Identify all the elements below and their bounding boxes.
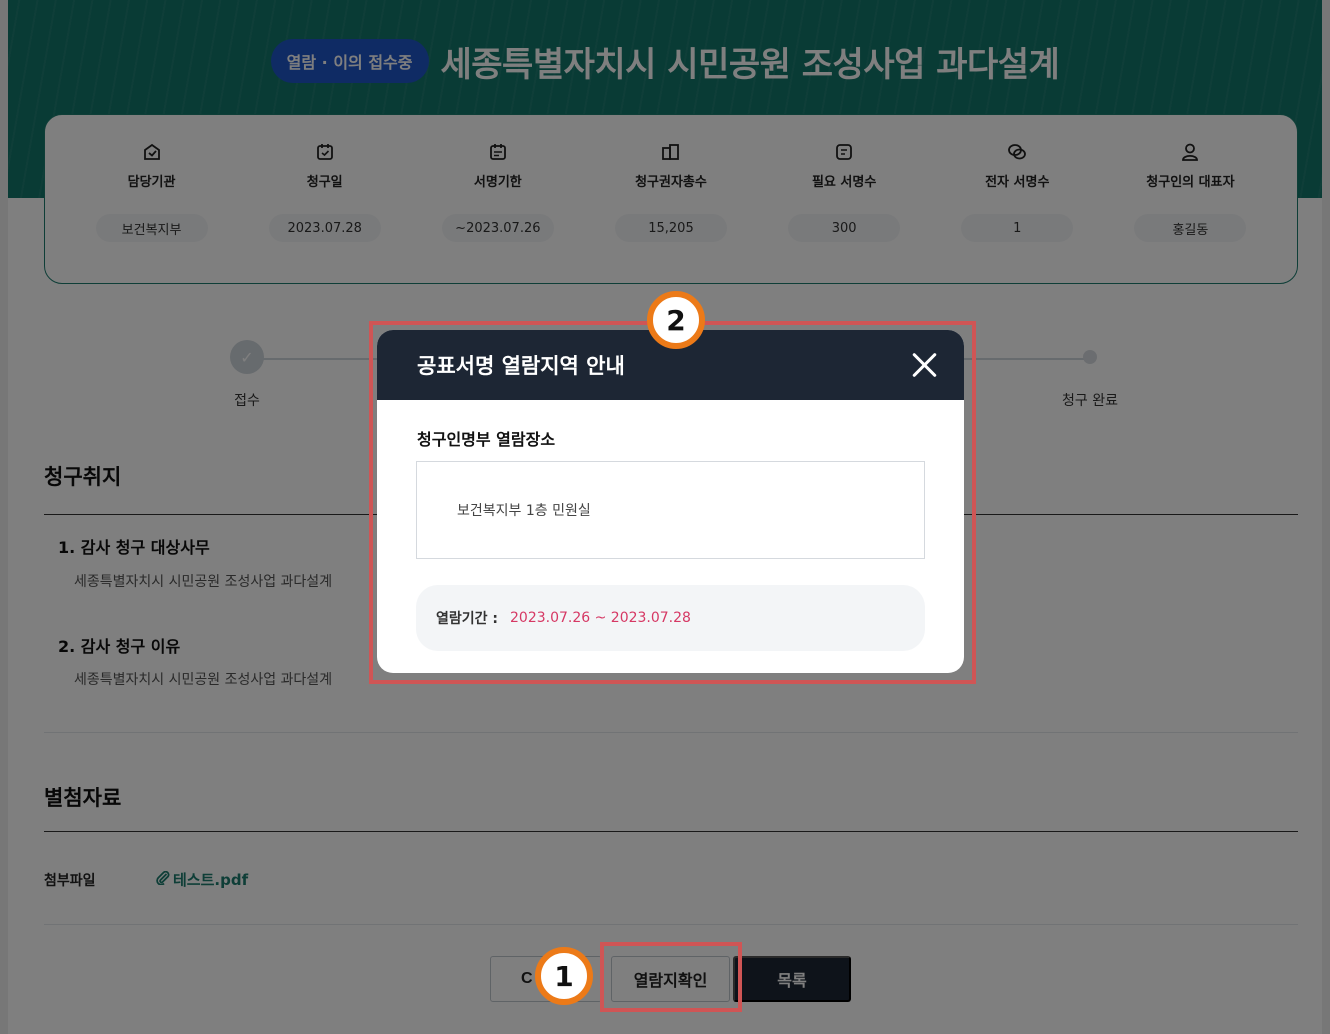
highlight-box-view-button: [600, 942, 742, 1012]
step-marker-1: 1: [535, 947, 593, 1005]
left-edge: [0, 0, 8, 1034]
step-marker-2: 2: [647, 291, 705, 349]
highlight-box-modal: [369, 321, 976, 684]
right-edge: [1322, 0, 1330, 1034]
